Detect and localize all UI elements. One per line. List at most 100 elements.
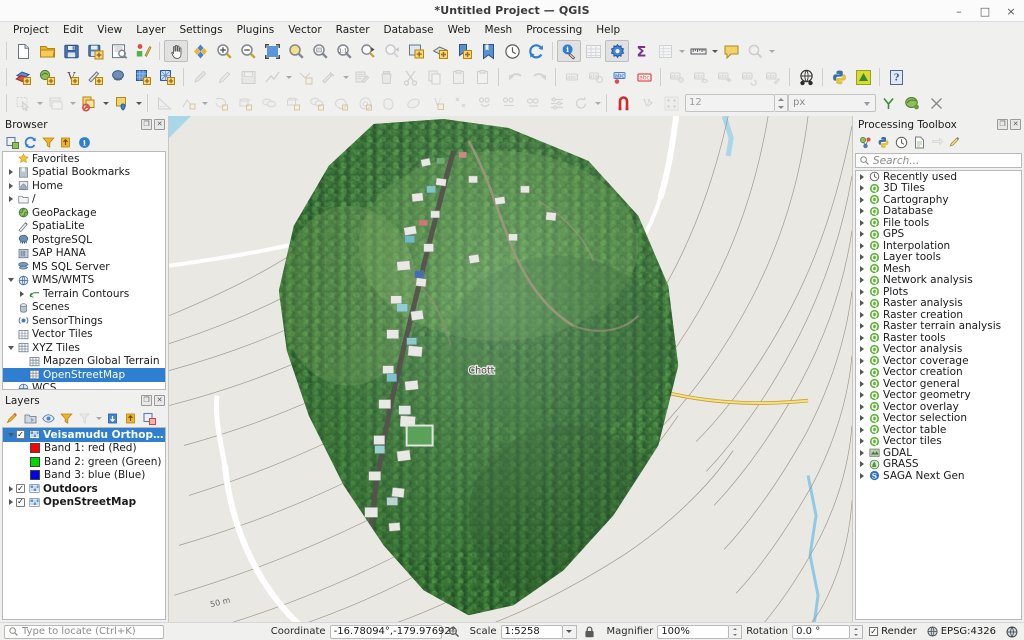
- delete-selected-icon[interactable]: [374, 66, 398, 88]
- lock-scale-icon[interactable]: [582, 624, 598, 640]
- refresh-map-icon[interactable]: [524, 40, 548, 62]
- filter-legend-icon[interactable]: [58, 410, 74, 426]
- select-features-icon[interactable]: [11, 92, 35, 114]
- temporal-controller-icon[interactable]: [500, 40, 524, 62]
- topological-editing-icon[interactable]: V: [635, 92, 659, 114]
- browser-item-vector-tiles[interactable]: Vector Tiles: [3, 328, 165, 342]
- browser-item-postgresql[interactable]: PostgreSQL: [3, 233, 165, 247]
- snapping-on-intersection-icon[interactable]: [659, 92, 683, 114]
- vertex-tool-icon[interactable]: [293, 66, 317, 88]
- add-delimited-text-layer-icon[interactable]: V: [59, 66, 83, 88]
- processing-search-input[interactable]: Search...: [855, 153, 1022, 168]
- processing-item-vector-coverage[interactable]: QVector coverage: [856, 355, 1021, 367]
- add-mesh-layer-icon[interactable]: [155, 66, 179, 88]
- chevron-right-icon[interactable]: [856, 243, 867, 249]
- browser-item-ms-sql-server[interactable]: MS SQL Server: [3, 260, 165, 274]
- add-raster-layer-icon[interactable]: [131, 66, 155, 88]
- toggle-editing-icon[interactable]: [212, 66, 236, 88]
- pan-map-icon[interactable]: [164, 40, 188, 62]
- delete-part-icon[interactable]: [449, 92, 473, 114]
- chevron-right-icon[interactable]: [856, 231, 867, 237]
- chevron-right-icon[interactable]: [856, 346, 867, 352]
- add-feature-dropdown[interactable]: [284, 66, 293, 88]
- snapping-self-icon[interactable]: [876, 92, 900, 114]
- browser-item-terrain-contours[interactable]: Terrain Contours: [3, 287, 165, 301]
- chevron-right-icon[interactable]: [856, 289, 867, 295]
- processing-item-plots[interactable]: QPlots: [856, 286, 1021, 298]
- save-project-as-icon[interactable]: [83, 40, 107, 62]
- chevron-right-icon[interactable]: [856, 381, 867, 387]
- menu-web[interactable]: Web: [441, 22, 478, 38]
- menu-help[interactable]: Help: [589, 22, 627, 38]
- menu-layer[interactable]: Layer: [129, 22, 172, 38]
- expression-filter-icon[interactable]: [76, 410, 92, 426]
- layer-item-veisamudu-orthophoto-plan[interactable]: ✓Veisamudu Orthophoto Plan: [3, 428, 165, 442]
- select-value-icon[interactable]: [110, 92, 134, 114]
- layer-visibility-checkbox[interactable]: ✓: [16, 498, 25, 507]
- chevron-right-icon[interactable]: [856, 461, 867, 467]
- zoom-full-icon[interactable]: [260, 40, 284, 62]
- chevron-right-icon[interactable]: [856, 392, 867, 398]
- add-ring-icon[interactable]: [353, 92, 377, 114]
- chevron-right-icon[interactable]: [856, 335, 867, 341]
- menu-database[interactable]: Database: [377, 22, 441, 38]
- properties-icon[interactable]: i: [76, 134, 92, 150]
- trim-extend-icon[interactable]: [521, 92, 545, 114]
- chevron-right-icon[interactable]: [856, 415, 867, 421]
- layer-item-band-2-green-green[interactable]: Band 2: green (Green): [3, 455, 165, 469]
- toggle-extents-icon[interactable]: [446, 624, 462, 640]
- maximize-button[interactable]: □: [978, 4, 992, 18]
- menu-plugins[interactable]: Plugins: [230, 22, 282, 38]
- measure-line-icon[interactable]: [686, 40, 710, 62]
- browser-item-scenes[interactable]: Scenes: [3, 301, 165, 315]
- manage-layer-visibility-icon[interactable]: [40, 410, 56, 426]
- rotate-point-symbols-icon[interactable]: [569, 92, 593, 114]
- layer-item-openstreetmap[interactable]: ✓OpenStreetMap: [3, 496, 165, 510]
- processing-item-vector-analysis[interactable]: QVector analysis: [856, 344, 1021, 356]
- browser-tree[interactable]: FavoritesSpatial BookmarksHome/GeoPackag…: [2, 151, 166, 390]
- chevron-right-icon[interactable]: [5, 183, 16, 189]
- layers-tree[interactable]: ✓Veisamudu Orthophoto PlanBand 1: red (R…: [2, 427, 166, 620]
- menu-processing[interactable]: Processing: [519, 22, 589, 38]
- align-features-icon[interactable]: [545, 92, 569, 114]
- browser-item-xyz-tiles[interactable]: XYZ Tiles: [3, 341, 165, 355]
- add-spatialite-layer-icon[interactable]: [83, 66, 107, 88]
- new-3d-map-view-icon[interactable]: [428, 40, 452, 62]
- rotation-steppers[interactable]: [850, 625, 863, 639]
- snapping-tolerance-steppers[interactable]: [775, 94, 788, 112]
- open-layer-styling-icon[interactable]: [4, 410, 20, 426]
- layers-float-icon[interactable]: ❐: [141, 395, 152, 406]
- rotate-label-icon[interactable]: abc: [632, 66, 656, 88]
- scale-dropdown-icon[interactable]: [563, 625, 577, 639]
- merge-features-icon[interactable]: [257, 92, 281, 114]
- processing-item-3d-tiles[interactable]: Q3D Tiles: [856, 183, 1021, 195]
- rotate-symbols-dropdown[interactable]: [593, 92, 602, 114]
- processing-item-mesh[interactable]: QMesh: [856, 263, 1021, 275]
- processing-item-raster-creation[interactable]: QRaster creation: [856, 309, 1021, 321]
- minimize-button[interactable]: –: [952, 4, 966, 18]
- layer-visibility-checkbox[interactable]: ✓: [16, 484, 25, 493]
- processing-item-vector-table[interactable]: QVector table: [856, 424, 1021, 436]
- select-value-dropdown[interactable]: [134, 92, 143, 114]
- attribute-table-dropdown[interactable]: [677, 40, 686, 62]
- processing-item-network-analysis[interactable]: QNetwork analysis: [856, 275, 1021, 287]
- chevron-right-icon[interactable]: [856, 450, 867, 456]
- deselect-dropdown[interactable]: [101, 92, 110, 114]
- expand-all-icon[interactable]: [105, 410, 121, 426]
- chevron-right-icon[interactable]: [856, 438, 867, 444]
- browser-item-spatial-bookmarks[interactable]: Spatial Bookmarks: [3, 166, 165, 180]
- processing-item-raster-analysis[interactable]: QRaster analysis: [856, 298, 1021, 310]
- edit-features-in-place-icon[interactable]: [929, 134, 945, 150]
- snapping-tolerance-spinbox[interactable]: 12: [685, 94, 788, 112]
- browser-item-wms-wmts[interactable]: WMS/WMTS: [3, 274, 165, 288]
- change-label-icon[interactable]: abc: [665, 66, 689, 88]
- zoom-to-selection-icon[interactable]: [284, 40, 308, 62]
- processing-item-vector-tiles[interactable]: QVector tiles: [856, 436, 1021, 448]
- plugin-manager-icon[interactable]: [851, 66, 875, 88]
- add-vector-layer-icon[interactable]: [35, 66, 59, 88]
- browser-item-spatialite[interactable]: SpatiaLite: [3, 220, 165, 234]
- browser-item-openstreetmap[interactable]: OpenStreetMap: [3, 368, 165, 382]
- chevron-right-icon[interactable]: [856, 266, 867, 272]
- remove-layer-icon[interactable]: [141, 410, 157, 426]
- open-attribute-table-icon[interactable]: [581, 40, 605, 62]
